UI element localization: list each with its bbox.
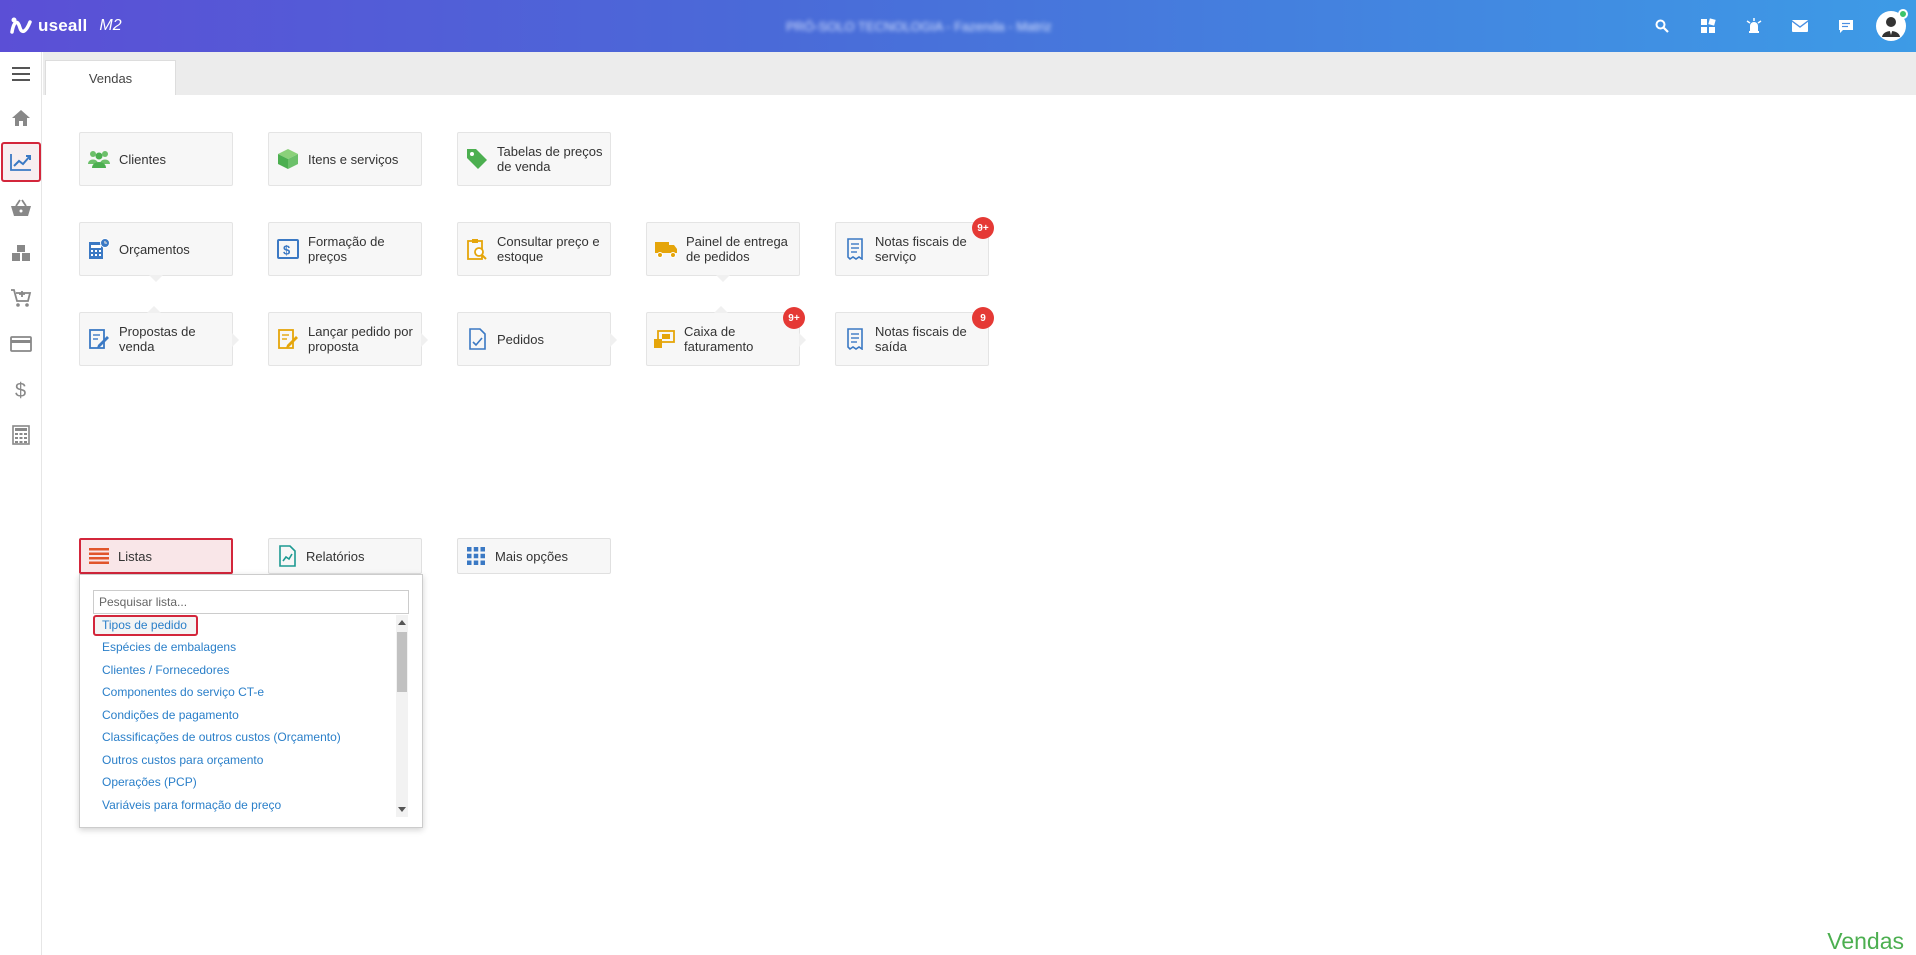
list-item[interactable]: Espécies de embalagens — [93, 636, 399, 659]
order-edit-icon — [276, 327, 300, 351]
proposal-edit-icon — [87, 327, 111, 351]
calculator-clock-icon — [87, 237, 111, 261]
logo[interactable]: useall M2 — [10, 12, 122, 40]
scroll-up-arrow-icon[interactable] — [398, 620, 406, 625]
card-label: Pedidos — [497, 331, 544, 347]
tab-vendas[interactable]: Vendas — [45, 60, 176, 95]
card-label: Orçamentos — [119, 241, 190, 257]
svg-text:$: $ — [283, 243, 291, 258]
report-icon — [276, 545, 298, 567]
menu-icon[interactable] — [1, 54, 41, 94]
card-label: Consultar preço e estoque — [497, 234, 600, 264]
list-scrollbar[interactable] — [396, 615, 408, 817]
card-icon[interactable] — [1, 324, 41, 364]
apps-icon[interactable] — [1692, 10, 1724, 42]
card-clientes[interactable]: Clientes — [79, 132, 233, 186]
chat-icon[interactable] — [1830, 10, 1862, 42]
scroll-down-arrow-icon[interactable] — [398, 807, 406, 812]
card-lancar-pedido[interactable]: Lançar pedido por proposta — [268, 312, 428, 366]
mais-opcoes-label: Mais opções — [495, 548, 568, 564]
calculator-icon[interactable] — [1, 415, 41, 455]
card-label: Lançar pedido por proposta — [308, 324, 413, 354]
card-nf-saida[interactable]: Notas fiscais de saída 9 — [835, 307, 994, 366]
cube-icon — [276, 147, 300, 171]
module-title: Vendas — [1827, 928, 1904, 954]
card-formacao-precos[interactable]: $ Formação de preços — [268, 222, 422, 276]
listas-label: Listas — [118, 548, 152, 564]
list-item[interactable]: Variáveis para formação de preço — [93, 794, 399, 817]
tab-bar: Vendas — [43, 52, 1916, 95]
list-item[interactable]: Componentes do serviço CT-e — [93, 681, 399, 704]
price-tag-icon — [465, 147, 489, 171]
clipboard-search-icon — [465, 237, 489, 261]
card-tabelas-precos[interactable]: Tabelas de preços de venda — [457, 132, 611, 186]
users-icon — [87, 147, 111, 171]
sidebar: $ — [0, 52, 42, 955]
dollar-box-icon: $ — [276, 237, 300, 261]
notification-badge: 9+ — [972, 217, 994, 239]
list-item[interactable]: Classificações de outros custos (Orçamen… — [93, 726, 399, 749]
card-label: Notas fiscais de serviço — [875, 234, 967, 264]
card-label: Painel de entrega de pedidos — [686, 234, 788, 264]
top-bar: useall M2 PRÓ-SOLO TECNOLOGIA - Fazenda … — [0, 0, 1916, 52]
cart-icon[interactable] — [1, 278, 41, 318]
list-options: Tipos de pedido Espécies de embalagens C… — [93, 615, 399, 821]
card-painel-entrega[interactable]: Painel de entrega de pedidos — [646, 222, 800, 282]
listas-dropdown: Tipos de pedido Espécies de embalagens C… — [79, 574, 423, 828]
invoice-icon — [843, 327, 867, 351]
invoice-icon — [843, 237, 867, 261]
card-label: Tabelas de preços de venda — [497, 144, 603, 174]
card-pedidos[interactable]: Pedidos — [457, 312, 617, 366]
card-label: Propostas de venda — [119, 324, 196, 354]
cash-register-icon — [652, 327, 676, 351]
dollar-icon[interactable]: $ — [1, 370, 41, 410]
user-avatar[interactable] — [1876, 9, 1908, 41]
card-propostas-venda[interactable]: Propostas de venda — [79, 306, 239, 366]
scroll-thumb[interactable] — [397, 632, 407, 692]
company-name[interactable]: PRÓ-SOLO TECNOLOGIA - Fazenda - Matriz — [786, 19, 1052, 34]
notification-badge: 9 — [972, 307, 994, 329]
card-label: Caixa de faturamento — [684, 324, 754, 354]
relatorios-button[interactable]: Relatórios — [268, 538, 422, 574]
mail-icon[interactable] — [1784, 10, 1816, 42]
home-icon[interactable] — [1, 98, 41, 138]
card-consultar-preco[interactable]: Consultar preço e estoque — [457, 222, 611, 276]
grid-icon — [465, 545, 487, 567]
svg-text:$: $ — [15, 380, 26, 401]
notification-badge: 9+ — [783, 307, 805, 329]
list-item[interactable]: Operações (PCP) — [93, 771, 399, 794]
list-item[interactable]: Outros custos para orçamento — [93, 749, 399, 772]
online-status-dot — [1898, 9, 1908, 19]
boxes-icon[interactable] — [1, 233, 41, 273]
document-check-icon — [465, 327, 489, 351]
sales-chart-icon[interactable] — [1, 142, 41, 182]
card-nf-servico[interactable]: Notas fiscais de serviço 9+ — [835, 217, 994, 276]
card-label: Clientes — [119, 151, 166, 167]
list-item[interactable]: Condições de pagamento — [93, 704, 399, 727]
useall-logo-icon — [10, 17, 32, 34]
list-item[interactable]: Clientes / Fornecedores — [93, 659, 399, 682]
basket-icon[interactable] — [1, 188, 41, 228]
card-label: Itens e serviços — [308, 151, 399, 167]
alarm-icon[interactable] — [1738, 10, 1770, 42]
list-icon — [88, 545, 110, 567]
list-item-tipos-pedido[interactable]: Tipos de pedido — [93, 615, 198, 636]
truck-icon — [654, 237, 678, 261]
card-label: Notas fiscais de saída — [875, 324, 967, 354]
card-itens-servicos[interactable]: Itens e serviços — [268, 132, 422, 186]
card-orcamentos[interactable]: Orçamentos — [79, 222, 233, 282]
search-list-input[interactable] — [93, 590, 409, 614]
mais-opcoes-button[interactable]: Mais opções — [457, 538, 611, 574]
card-label: Formação de preços — [308, 234, 385, 264]
brand-name: useall — [38, 16, 88, 35]
version-label: M2 — [99, 17, 122, 34]
card-caixa-faturamento[interactable]: Caixa de faturamento 9+ — [646, 306, 806, 366]
search-icon[interactable] — [1646, 10, 1678, 42]
relatorios-label: Relatórios — [306, 548, 365, 564]
listas-button[interactable]: Listas — [79, 538, 233, 574]
